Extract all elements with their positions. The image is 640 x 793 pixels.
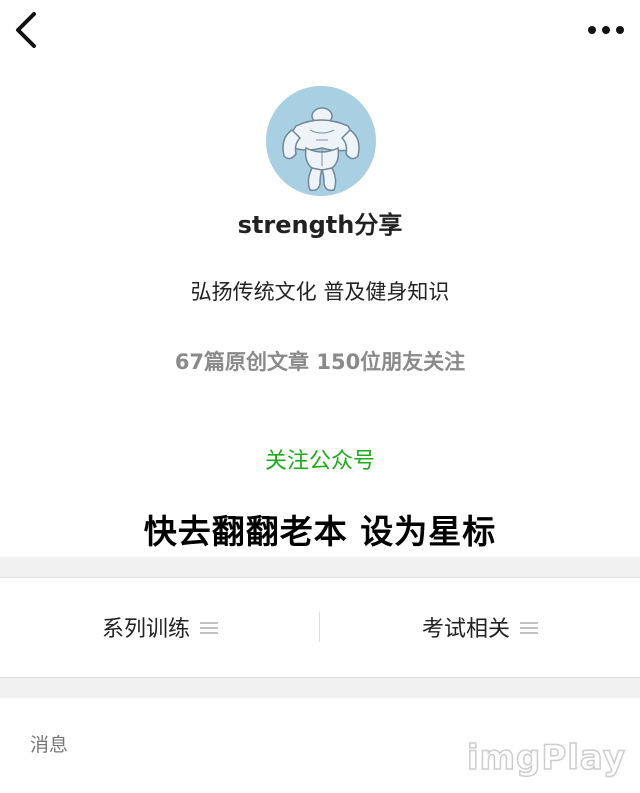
top-bar (0, 0, 640, 70)
menu-item-label: 考试相关 (421, 617, 510, 642)
account-name: strength分享 (237, 211, 403, 239)
menu-bar: 系列训练 考试相关 (0, 578, 640, 676)
back-button[interactable] (8, 10, 44, 50)
section-divider (0, 677, 640, 698)
chevron-left-icon (16, 12, 36, 48)
menu-lines-icon (520, 620, 538, 634)
account-description: 弘扬传统文化 普及健身知识 (190, 280, 450, 304)
menu-item-series-training[interactable]: 系列训练 (0, 578, 320, 676)
follow-account-button[interactable]: 关注公众号 (0, 443, 640, 475)
menu-item-exam-related[interactable]: 考试相关 (320, 578, 640, 676)
account-stats: 67篇原创文章 150位朋友关注 (174, 350, 466, 374)
menu-lines-icon (200, 620, 218, 634)
section-divider (0, 557, 640, 578)
messages-section-label: 消息 (30, 734, 69, 756)
banner-text: 快去翻翻老本 设为星标 (143, 512, 497, 551)
menu-item-label: 系列训练 (101, 617, 190, 642)
account-avatar[interactable] (266, 86, 376, 196)
imgplay-watermark: imgPlay (466, 737, 626, 779)
bodybuilder-avatar-icon (266, 86, 376, 196)
more-button[interactable] (586, 18, 626, 42)
more-dots-icon (588, 26, 624, 34)
